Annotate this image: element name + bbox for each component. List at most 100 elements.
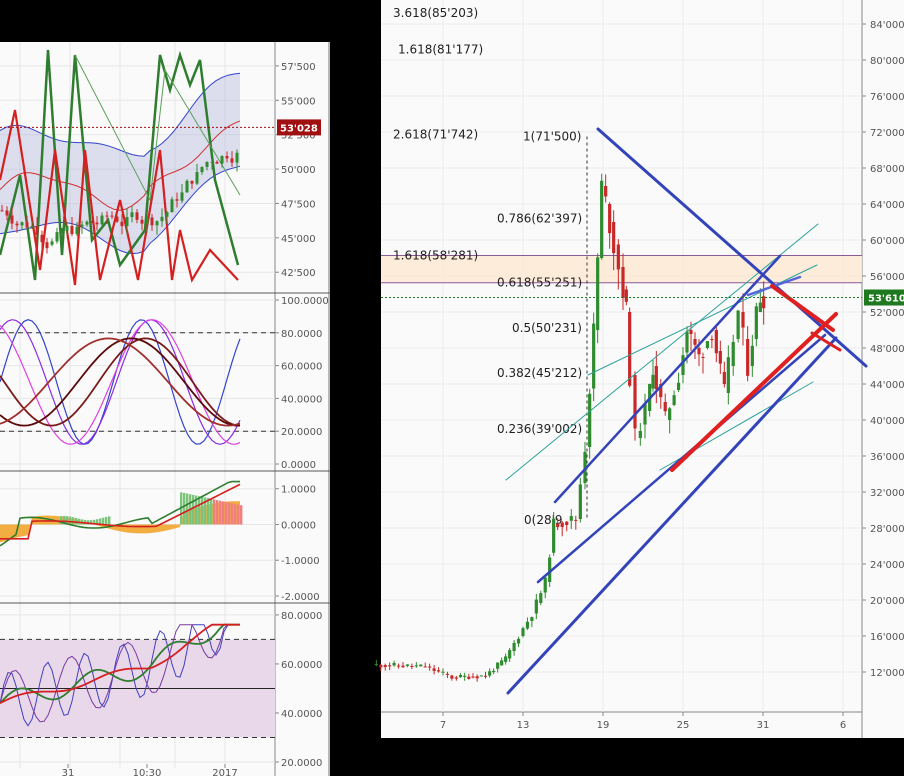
ytick-label-0-1: 55'000 xyxy=(281,96,316,107)
right-candle xyxy=(621,267,625,298)
candle xyxy=(85,221,89,225)
right-candle xyxy=(668,408,672,420)
ytick-label-0-5: 45'000 xyxy=(281,234,316,245)
candle xyxy=(90,221,94,223)
right-xtick-label-1: 13 xyxy=(517,720,530,731)
right-candle xyxy=(410,666,414,667)
right-last-price-value: 53'610 xyxy=(868,294,904,305)
macd-histogram-bar xyxy=(213,499,216,525)
right-candle xyxy=(552,518,556,553)
right-candle xyxy=(530,617,534,621)
x-tick-label-left-2: 2017 xyxy=(212,768,237,776)
ytick-label-3-2: 40.0000 xyxy=(281,709,322,720)
right-candle xyxy=(423,666,427,668)
right-candle xyxy=(405,664,410,666)
right-candle xyxy=(445,673,450,675)
candle xyxy=(190,180,194,184)
macd-histogram-bar xyxy=(225,501,228,525)
macd-histogram-bar xyxy=(228,502,231,525)
right-candle xyxy=(471,676,475,678)
ytick-label-1-4: 20.0000 xyxy=(281,427,322,438)
ytick-label-3-0: 80.0000 xyxy=(281,611,322,622)
candle xyxy=(220,156,224,164)
right-candle xyxy=(414,665,418,667)
right-ytick-label-8: 52'000 xyxy=(870,308,904,319)
ytick-label-0-0: 57'500 xyxy=(281,62,316,73)
macd-histogram-bar xyxy=(183,492,186,525)
macd-histogram-bar xyxy=(105,516,108,525)
candle xyxy=(230,158,234,163)
ytick-label-2-0: 1.0000 xyxy=(281,485,316,496)
candle xyxy=(125,217,129,227)
macd-histogram-bar xyxy=(231,503,234,525)
right-candle xyxy=(731,341,735,366)
fib-label-7: 0.5(50'231) xyxy=(512,321,582,335)
macd-histogram-bar xyxy=(216,500,219,525)
candle xyxy=(10,215,14,224)
right-candle xyxy=(379,664,383,668)
right-candle xyxy=(483,675,488,677)
candle xyxy=(110,215,114,217)
candle xyxy=(100,215,104,225)
ytick-label-2-2: -1.0000 xyxy=(281,556,320,567)
right-ytick-label-7: 56'000 xyxy=(870,272,904,283)
ytick-label-1-2: 60.0000 xyxy=(281,362,322,373)
right-candle xyxy=(672,395,676,405)
fib-label-0: 3.618(85'203) xyxy=(393,6,478,20)
candle xyxy=(120,221,124,227)
right-ytick-label-0: 84'000 xyxy=(870,20,904,31)
right-candle xyxy=(574,519,578,521)
ytick-label-1-5: 0.0000 xyxy=(281,460,316,471)
macd-histogram-bar xyxy=(210,498,213,525)
ytick-label-2-3: -2.0000 xyxy=(281,592,320,603)
right-ytick-label-14: 28'000 xyxy=(870,524,904,535)
fib-label-8: 0.382(45'212) xyxy=(497,366,582,380)
right-ytick-label-16: 20'000 xyxy=(870,596,904,607)
right-candle xyxy=(600,180,604,258)
chart-canvas: 57'50055'00052'50050'00047'50045'00042'5… xyxy=(0,0,904,776)
candle xyxy=(165,212,169,217)
right-candle xyxy=(521,628,525,636)
candle xyxy=(35,226,39,235)
candle xyxy=(0,210,4,212)
right-candle xyxy=(450,675,454,679)
candle xyxy=(80,224,84,227)
ytick-label-1-0: 100.0000 xyxy=(281,296,329,307)
right-ytick-label-18: 12'000 xyxy=(870,668,904,679)
last-price-value: 53'028 xyxy=(280,123,318,134)
right-candle xyxy=(556,523,560,528)
right-ytick-label-6: 60'000 xyxy=(870,236,904,247)
macd-histogram-bar xyxy=(240,505,243,525)
top-black-area xyxy=(0,0,330,42)
candle xyxy=(70,225,74,235)
ytick-label-1-1: 80.0000 xyxy=(281,329,322,340)
right-candle xyxy=(685,331,689,353)
fib-label-2: 2.618(71'742) xyxy=(393,127,478,141)
right-candle xyxy=(710,339,714,341)
right-candle xyxy=(492,670,496,673)
candle xyxy=(30,226,34,228)
right-candle xyxy=(654,366,658,390)
macd-histogram-bar xyxy=(186,493,189,525)
right-candle xyxy=(467,676,471,679)
right-candle xyxy=(428,666,432,668)
macd-histogram-bar xyxy=(222,501,225,525)
right-candle xyxy=(441,671,445,673)
right-candle xyxy=(475,676,479,679)
right-chart-window: 84'000 80'000 76'000 72'000 68'000 64'000 60'0… xyxy=(374,0,904,738)
right-candle xyxy=(676,382,681,390)
right-xtick-label-2: 19 xyxy=(597,720,610,731)
fib-label-9: 0.236(39'002) xyxy=(497,422,582,436)
candle xyxy=(105,215,109,217)
macd-histogram-bar xyxy=(69,516,72,525)
right-candle xyxy=(726,357,730,393)
fib-label-1: 1.618(81'177) xyxy=(398,42,483,56)
right-candle xyxy=(479,675,483,677)
candle xyxy=(210,161,214,163)
candle xyxy=(130,212,134,218)
right-candle xyxy=(560,522,564,527)
right-candle xyxy=(543,577,547,593)
candle xyxy=(15,223,19,226)
candle xyxy=(155,221,159,226)
right-candle xyxy=(388,665,392,667)
